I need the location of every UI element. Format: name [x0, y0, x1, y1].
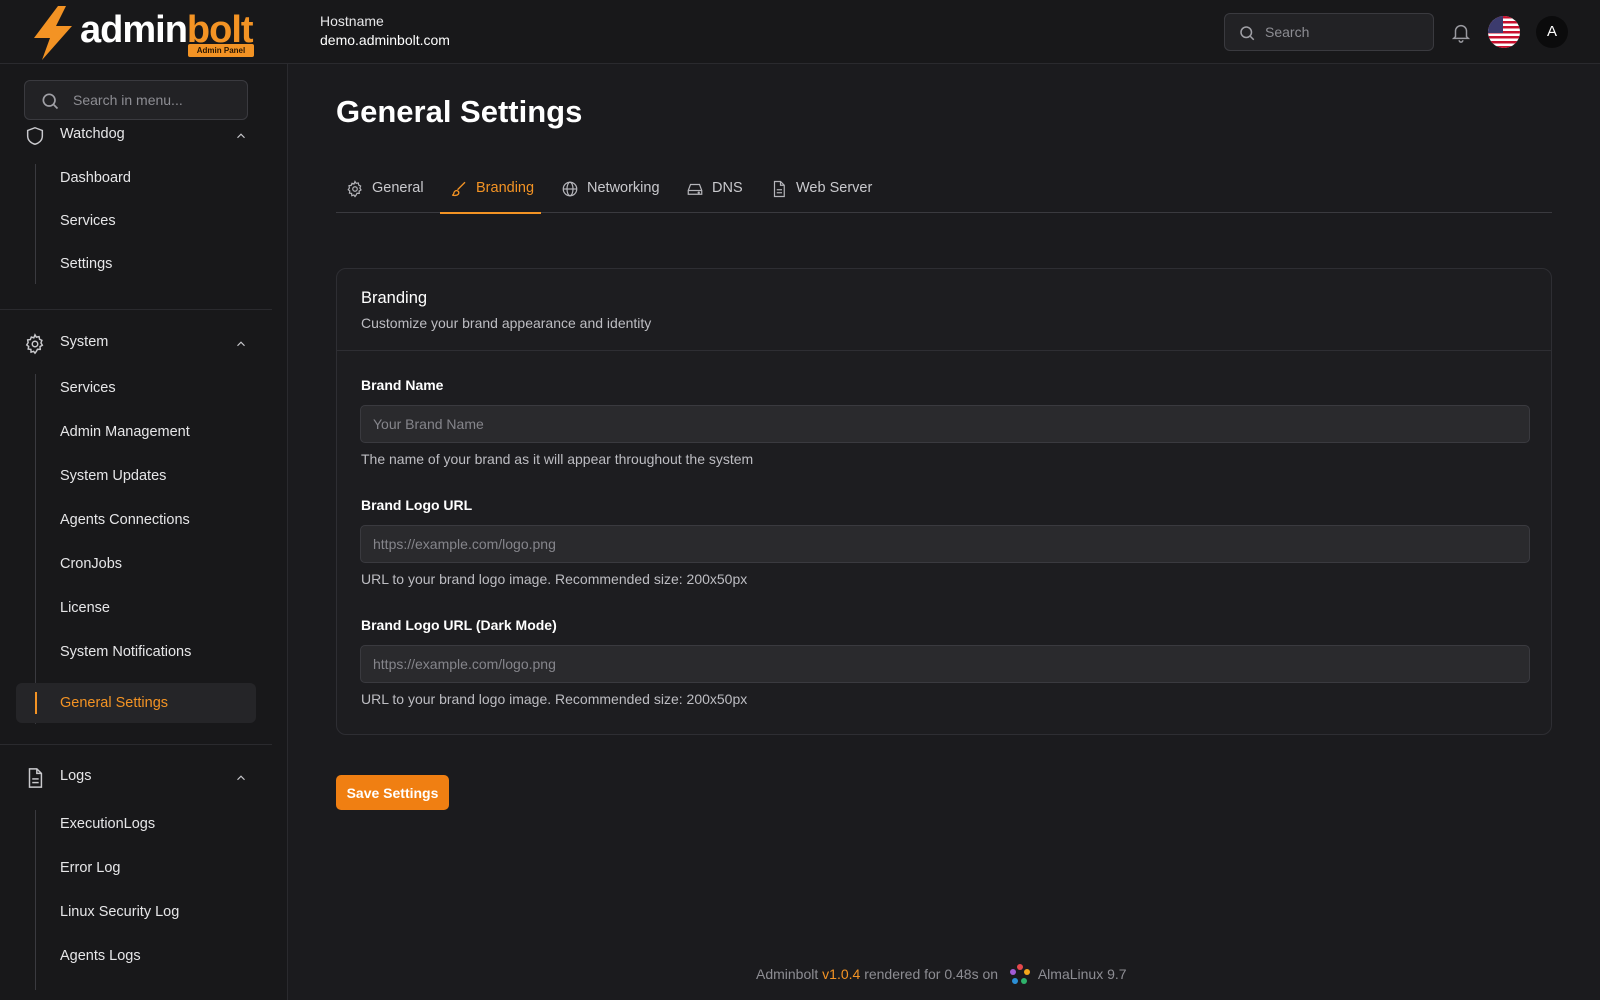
- sidebar-search[interactable]: [24, 80, 248, 120]
- avatar[interactable]: A: [1536, 16, 1568, 48]
- almalinux-icon: [1009, 964, 1030, 984]
- brand-logo-url-input[interactable]: [360, 525, 1530, 563]
- brand-logo-dark-input[interactable]: [360, 645, 1530, 683]
- gear-icon: [347, 180, 362, 198]
- hostname-value: demo.adminbolt.com: [320, 32, 450, 48]
- tab-networking[interactable]: Networking: [551, 168, 675, 213]
- hostname-block: Hostname demo.adminbolt.com: [320, 12, 450, 50]
- sidebar-item-error-log[interactable]: Error Log: [60, 858, 120, 878]
- chevron-up-icon: [237, 133, 245, 139]
- footer-version[interactable]: v1.0.4: [822, 966, 860, 982]
- logo[interactable]: adminbolt Admin Panel: [30, 6, 260, 60]
- tab-web-server[interactable]: Web Server: [760, 168, 872, 213]
- brand-logo-dark-help: URL to your brand logo image. Recommende…: [361, 691, 748, 707]
- sidebar-item-linux-security-log[interactable]: Linux Security Log: [60, 902, 179, 922]
- us-flag-icon[interactable]: [1488, 16, 1520, 48]
- card-header: Branding Customize your brand appearance…: [337, 269, 1551, 351]
- brand-logo-dark-label: Brand Logo URL (Dark Mode): [361, 617, 557, 633]
- brand-logo-url-label: Brand Logo URL: [361, 497, 473, 513]
- brand-name-input[interactable]: [360, 405, 1530, 443]
- tab-label: Web Server: [796, 180, 873, 196]
- gear-icon: [25, 333, 44, 355]
- footer-product: Adminbolt: [756, 966, 819, 982]
- server-icon: [687, 183, 703, 195]
- tab-label: General: [372, 180, 424, 196]
- sidebar-item-cronjobs[interactable]: CronJobs: [60, 554, 122, 574]
- footer-os: AlmaLinux 9.7: [1037, 966, 1127, 982]
- brand-name-help: The name of your brand as it will appear…: [361, 451, 754, 467]
- document-icon: [28, 768, 43, 788]
- sidebar-group-label: System: [60, 334, 109, 350]
- sidebar-group-label: Watchdog: [60, 126, 125, 142]
- tab-label: Networking: [587, 180, 660, 196]
- top-search-input[interactable]: [1265, 14, 1425, 50]
- top-search[interactable]: [1224, 13, 1434, 51]
- chevron-up-icon: [237, 775, 245, 781]
- top-bar: adminbolt Admin Panel Hostname demo.admi…: [0, 0, 1600, 64]
- tab-dns[interactable]: DNS: [676, 168, 750, 213]
- tab-label: Branding: [476, 180, 535, 196]
- globe-icon: [562, 181, 578, 197]
- sidebar-group-system[interactable]: System: [24, 332, 248, 356]
- logo-badge: Admin Panel: [188, 44, 254, 57]
- sidebar: Watchdog Dashboard Services Settings Sys…: [0, 64, 288, 1000]
- bell-icon[interactable]: [1450, 20, 1472, 44]
- branding-card: Branding Customize your brand appearance…: [336, 268, 1552, 735]
- search-icon: [42, 93, 59, 110]
- sidebar-item-watchdog-services[interactable]: Services: [60, 211, 116, 231]
- sidebar-item-execution-logs[interactable]: ExecutionLogs: [60, 814, 155, 834]
- sidebar-item-watchdog-settings[interactable]: Settings: [60, 254, 112, 274]
- sidebar-group-label: Logs: [60, 768, 92, 784]
- sidebar-search-input[interactable]: [73, 81, 243, 119]
- card-title: Branding: [361, 289, 428, 307]
- shield-icon: [26, 126, 44, 146]
- tab-branding[interactable]: Branding: [440, 168, 541, 214]
- footer: Adminbolt v1.0.4 rendered for 0.48s on A…: [756, 962, 1127, 986]
- brand-logo-url-help: URL to your brand logo image. Recommende…: [361, 571, 748, 587]
- card-subtitle: Customize your brand appearance and iden…: [361, 315, 652, 331]
- sidebar-group-logs[interactable]: Logs: [24, 766, 248, 790]
- hostname-label: Hostname: [320, 13, 384, 29]
- bolt-icon: [34, 6, 72, 60]
- sidebar-item-agents-logs[interactable]: Agents Logs: [60, 946, 141, 966]
- tab-general[interactable]: General: [336, 168, 430, 213]
- sidebar-item-general-settings[interactable]: General Settings: [60, 693, 168, 713]
- sidebar-item-system-notifications[interactable]: System Notifications: [60, 642, 191, 662]
- sidebar-group-watchdog[interactable]: Watchdog: [24, 124, 248, 148]
- footer-rendered: rendered for 0.48s on: [864, 966, 999, 982]
- sidebar-item-agents-connections[interactable]: Agents Connections: [60, 510, 190, 530]
- sidebar-item-dashboard[interactable]: Dashboard: [60, 168, 131, 188]
- save-settings-button[interactable]: Save Settings: [336, 775, 449, 810]
- brush-icon: [451, 181, 466, 197]
- brand-name-label: Brand Name: [361, 377, 444, 393]
- chevron-up-icon: [237, 341, 245, 347]
- sidebar-item-system-services[interactable]: Services: [60, 378, 116, 398]
- tab-label: DNS: [712, 180, 743, 196]
- sidebar-item-admin-management[interactable]: Admin Management: [60, 422, 190, 442]
- search-icon: [1240, 26, 1255, 41]
- sidebar-item-system-updates[interactable]: System Updates: [60, 466, 166, 486]
- document-icon: [773, 180, 785, 198]
- page-title: General Settings: [336, 94, 583, 129]
- tab-bar: General Branding Networking DNS Web Serv…: [336, 168, 1552, 214]
- sidebar-active-indicator: [35, 692, 37, 714]
- sidebar-item-license[interactable]: License: [60, 598, 110, 618]
